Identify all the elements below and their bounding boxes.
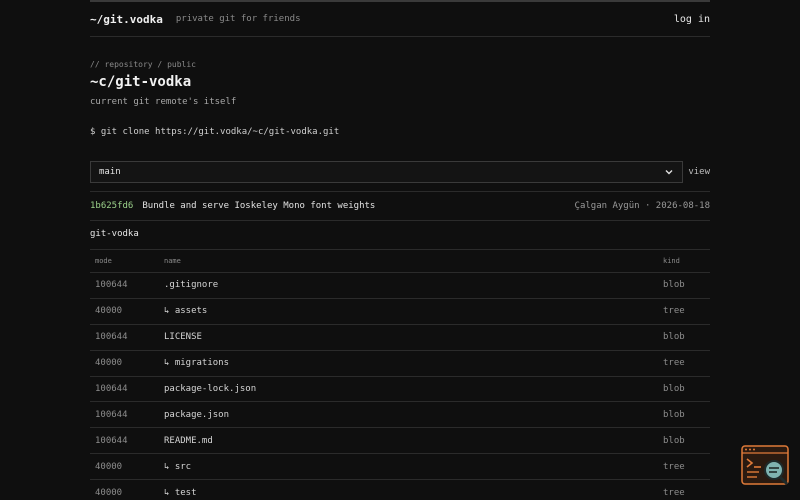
branch-selected-value: main: [99, 167, 121, 177]
row-kind: tree: [658, 479, 710, 500]
column-header-name: name: [159, 249, 658, 273]
view-button[interactable]: view: [688, 167, 710, 177]
row-kind: blob: [658, 427, 710, 455]
site-brand[interactable]: ~/git.vodka: [90, 13, 163, 26]
row-name[interactable]: ↳ migrations: [159, 350, 658, 377]
row-mode: 40000: [90, 350, 159, 377]
row-mode: 100644: [90, 427, 159, 455]
terminal-search-icon[interactable]: [741, 445, 791, 487]
site-tagline: private git for friends: [175, 14, 301, 24]
clone-command[interactable]: $ git clone https://git.vodka/~c/git-vod…: [90, 127, 339, 137]
row-name[interactable]: .gitignore: [159, 272, 658, 299]
row-mode: 100644: [90, 401, 159, 429]
table-row[interactable]: 100644 .gitignore blob: [90, 272, 710, 299]
row-mode: 100644: [90, 376, 159, 403]
page: ~/git.vodka private git for friends log …: [0, 0, 800, 500]
table-row[interactable]: 40000 ↳ migrations tree: [90, 350, 710, 377]
file-table: mode name kind 100644 .gitignore blob 40…: [90, 249, 710, 500]
table-row[interactable]: 100644 package-lock.json blob: [90, 376, 710, 403]
row-name[interactable]: README.md: [159, 427, 658, 455]
repo-description: current git remote's itself: [90, 97, 237, 107]
table-row[interactable]: 100644 package.json blob: [90, 401, 710, 429]
row-mode: 100644: [90, 324, 159, 351]
repo-title: ~c/git-vodka: [90, 74, 192, 90]
row-name[interactable]: package.json: [159, 401, 658, 429]
row-kind: blob: [658, 401, 710, 429]
commit-meta: Çalgan Aygün · 2026-08-18: [574, 201, 710, 211]
row-kind: blob: [658, 272, 710, 299]
table-header-row: mode name kind: [90, 249, 710, 273]
row-kind: blob: [658, 324, 710, 351]
row-mode: 100644: [90, 272, 159, 299]
login-link[interactable]: log in: [674, 14, 710, 25]
row-kind: tree: [658, 350, 710, 377]
table-row[interactable]: 100644 README.md blob: [90, 427, 710, 455]
breadcrumb: // repository / public: [90, 60, 196, 69]
row-kind: tree: [658, 298, 710, 325]
row-mode: 40000: [90, 453, 159, 481]
table-row[interactable]: 100644 LICENSE blob: [90, 324, 710, 351]
row-name[interactable]: ↳ src: [159, 453, 658, 481]
row-name[interactable]: ↳ test: [159, 479, 658, 500]
commit-hash[interactable]: 1b625fd6: [90, 201, 133, 211]
latest-commit: 1b625fd6 Bundle and serve Ioskeley Mono …: [90, 191, 710, 221]
chevron-down-icon: [665, 170, 673, 175]
row-mode: 40000: [90, 298, 159, 325]
row-name[interactable]: LICENSE: [159, 324, 658, 351]
row-mode: 40000: [90, 479, 159, 500]
row-kind: blob: [658, 376, 710, 403]
table-row[interactable]: 40000 ↳ src tree: [90, 453, 710, 481]
row-name[interactable]: package-lock.json: [159, 376, 658, 403]
row-name[interactable]: ↳ assets: [159, 298, 658, 325]
branch-row: main view: [90, 161, 710, 183]
table-row[interactable]: 40000 ↳ assets tree: [90, 298, 710, 325]
tree-title: git-vodka: [90, 229, 139, 239]
site-header: ~/git.vodka private git for friends log …: [90, 2, 710, 37]
column-header-mode: mode: [90, 249, 159, 273]
table-row[interactable]: 40000 ↳ test tree: [90, 479, 710, 500]
branch-select[interactable]: main: [90, 161, 683, 183]
column-header-kind: kind: [658, 249, 710, 273]
row-kind: tree: [658, 453, 710, 481]
commit-message: Bundle and serve Ioskeley Mono font weig…: [142, 201, 376, 211]
